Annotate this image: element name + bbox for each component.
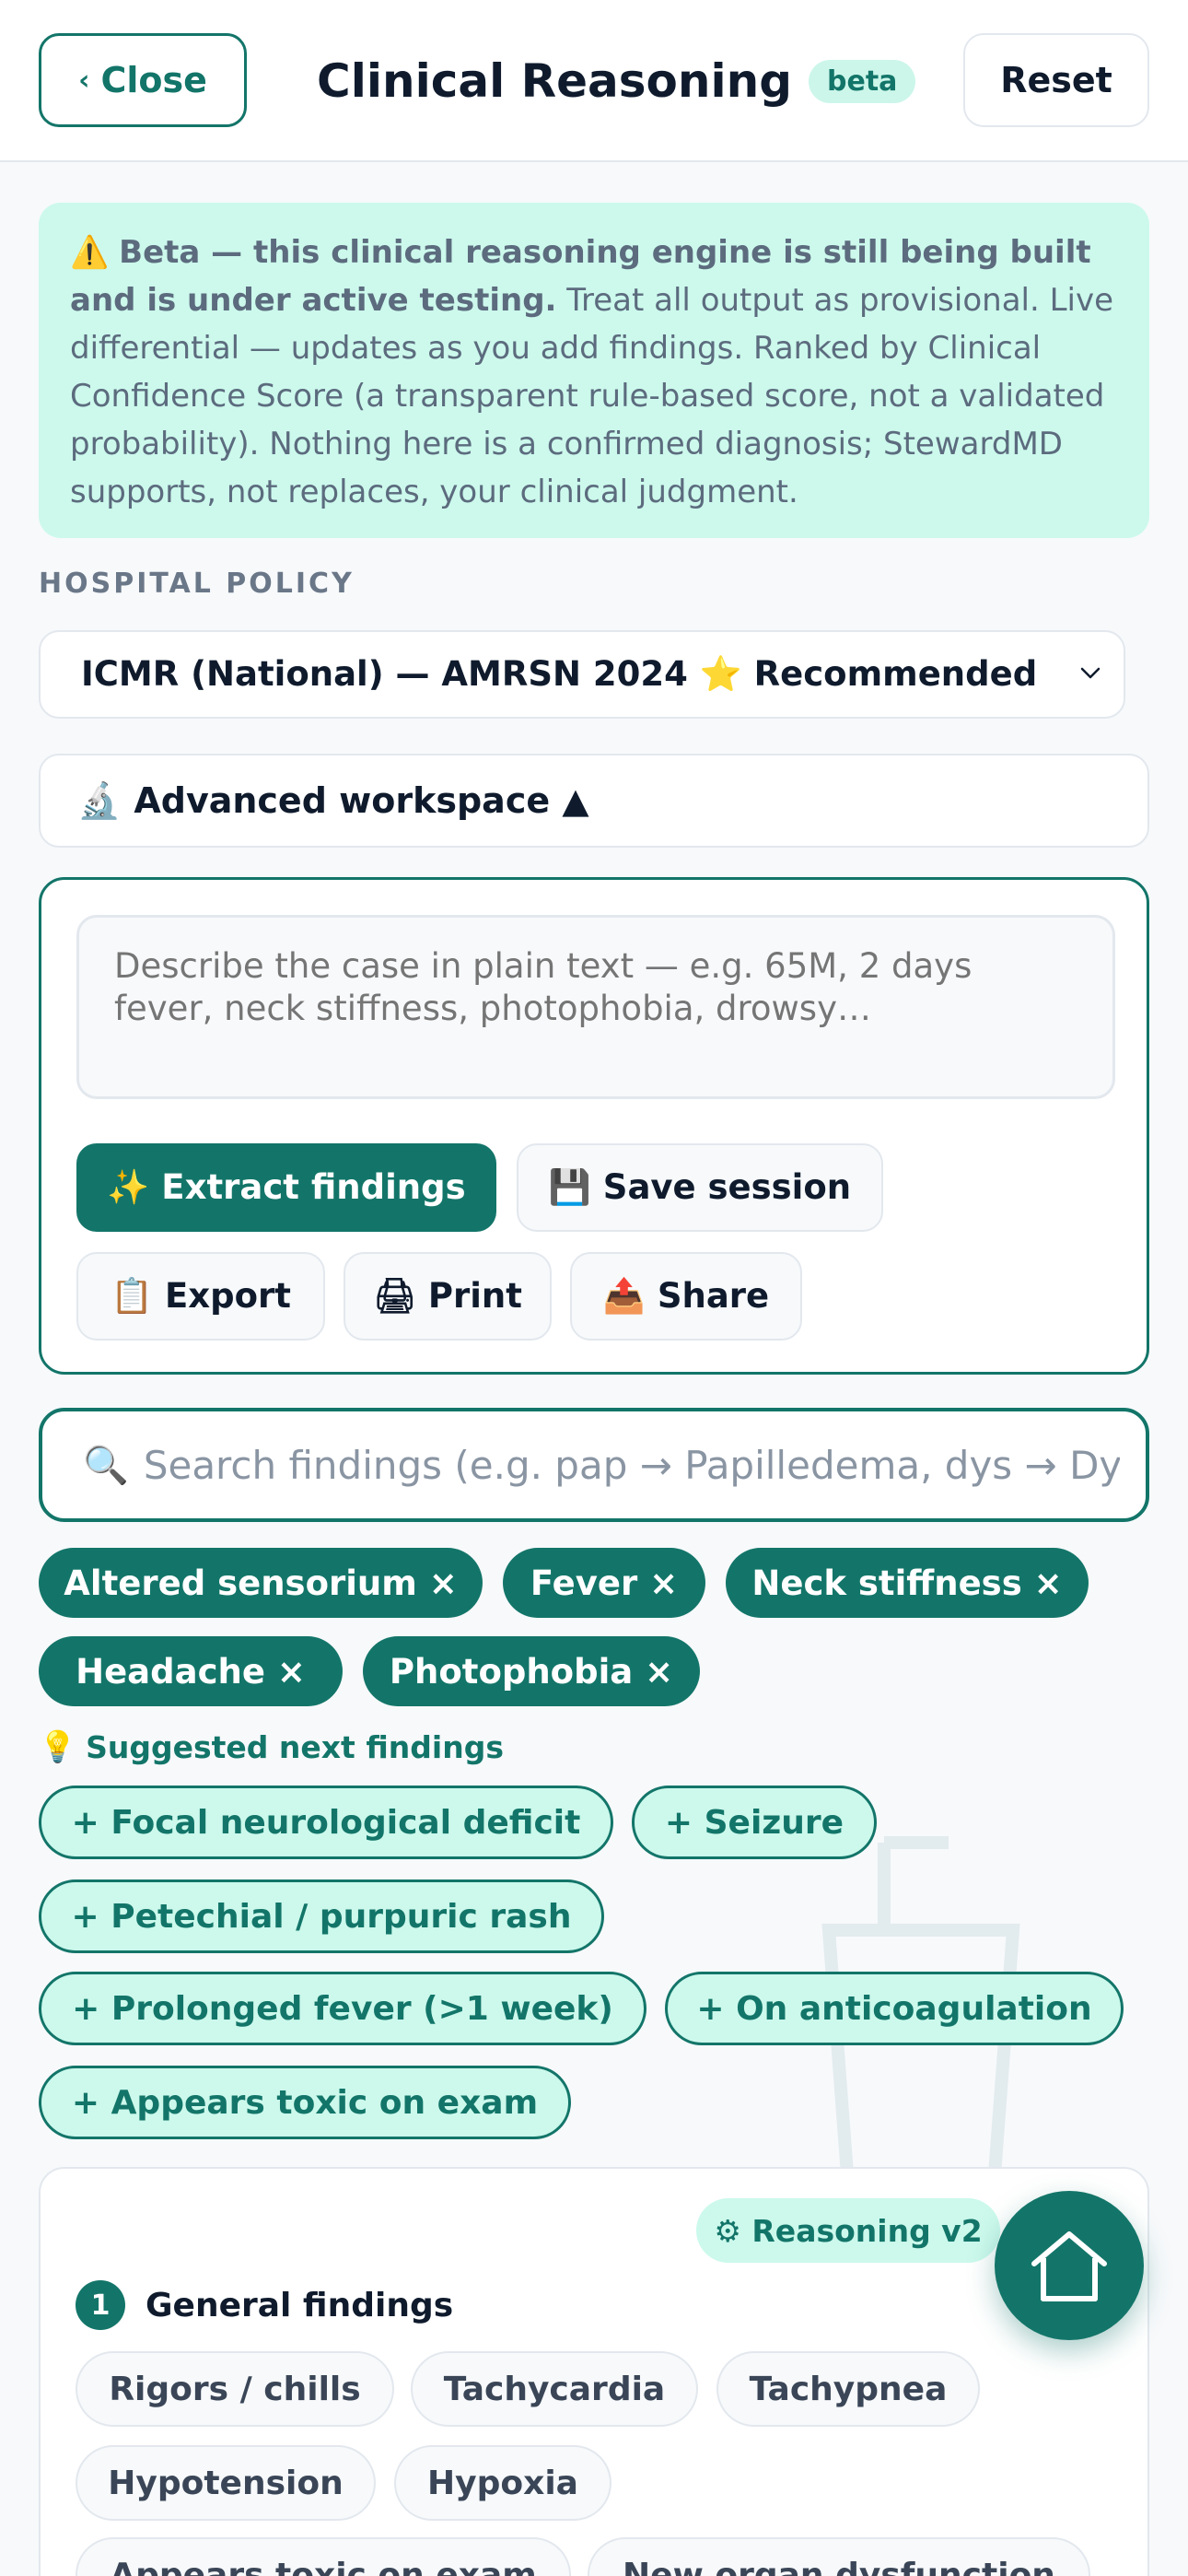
general-finding-tachycardia[interactable]: Tachycardia — [411, 2351, 698, 2427]
reasoning-panel: ⚙ Reasoning v2 1 General findings Rigors… — [39, 2167, 1149, 2576]
home-icon — [1031, 2231, 1107, 2301]
microscope-icon: 🔬 — [77, 779, 122, 821]
hospital-policy-label: HOSPITAL POLICY — [39, 568, 355, 600]
print-button[interactable]: 🖨 Print — [344, 1252, 552, 1341]
finding-chip-altered-sensorium[interactable]: Altered sensorium × — [39, 1548, 483, 1618]
step-title: General findings — [146, 2286, 454, 2324]
findings-search-input[interactable] — [143, 1442, 1120, 1488]
suggested-finding-anticoagulation[interactable]: + On anticoagulation — [665, 1972, 1124, 2045]
beta-notice: ⚠️ Beta — this clinical reasoning engine… — [39, 203, 1149, 538]
warning-icon: ⚠️ — [70, 234, 110, 271]
general-finding-appears-toxic[interactable]: Appears toxic on exam — [76, 2537, 571, 2576]
suggested-finding-seizure[interactable]: + Seizure — [632, 1786, 877, 1859]
export-button[interactable]: 📋 Export — [76, 1252, 325, 1341]
reasoning-version-badge: ⚙ Reasoning v2 — [696, 2198, 1000, 2263]
close-label: Close — [100, 60, 207, 100]
reset-button[interactable]: Reset — [963, 33, 1149, 127]
case-entry-panel: ✨ Extract findings 💾 Save session 📋 Expo… — [39, 877, 1149, 1375]
suggested-findings-heading: 💡 Suggested next findings — [39, 1728, 504, 1765]
step-heading: 1 General findings — [76, 2277, 453, 2333]
lightbulb-icon: 💡 — [39, 1728, 77, 1764]
finding-chip-photophobia[interactable]: Photophobia × — [363, 1636, 700, 1706]
hospital-policy-select[interactable]: ICMR (National) — AMRSN 2024 ⭐ Recommend… — [39, 630, 1125, 719]
findings-search: 🔍 — [39, 1408, 1149, 1522]
step-number: 1 — [76, 2280, 125, 2330]
top-bar: ‹ Close Clinical Reasoning beta Reset — [0, 0, 1188, 162]
general-finding-tachypnea[interactable]: Tachypnea — [716, 2351, 980, 2427]
finding-chip-headache[interactable]: Headache × — [39, 1636, 343, 1706]
case-description-input[interactable] — [76, 915, 1115, 1099]
suggested-finding-focal-deficit[interactable]: + Focal neurological deficit — [39, 1786, 613, 1859]
general-finding-rigors[interactable]: Rigors / chills — [76, 2351, 394, 2427]
search-icon: 🔍 — [83, 1444, 129, 1487]
general-finding-new-organ-dysfunction[interactable]: New organ dysfunction — [588, 2537, 1090, 2576]
home-fab-button[interactable] — [995, 2191, 1144, 2340]
finding-chip-neck-stiffness[interactable]: Neck stiffness × — [726, 1548, 1089, 1618]
chevron-down-icon — [1080, 667, 1101, 679]
finding-chip-fever[interactable]: Fever × — [503, 1548, 705, 1618]
general-finding-hypotension[interactable]: Hypotension — [76, 2445, 376, 2521]
chevron-left-icon: ‹ — [78, 64, 90, 97]
advanced-workspace-label: Advanced workspace ▲ — [134, 780, 589, 821]
page-title: Clinical Reasoning — [317, 54, 793, 108]
share-button[interactable]: 📤 Share — [570, 1252, 802, 1341]
general-finding-hypoxia[interactable]: Hypoxia — [394, 2445, 611, 2521]
clinical-reasoning-screen: ‹ Close Clinical Reasoning beta Reset ⚠️… — [0, 0, 1188, 2576]
suggested-finding-petechial-rash[interactable]: + Petechial / purpuric rash — [39, 1879, 604, 1953]
save-session-button[interactable]: 💾 Save session — [517, 1143, 883, 1232]
extract-findings-button[interactable]: ✨ Extract findings — [76, 1143, 496, 1232]
policy-selected-value: ICMR (National) — AMRSN 2024 ⭐ Recommend… — [81, 654, 1038, 694]
suggested-finding-prolonged-fever[interactable]: + Prolonged fever (>1 week) — [39, 1972, 646, 2045]
beta-badge: beta — [809, 59, 916, 103]
suggested-finding-appears-toxic[interactable]: + Appears toxic on exam — [39, 2066, 571, 2139]
advanced-workspace-toggle[interactable]: 🔬 Advanced workspace ▲ — [39, 754, 1149, 848]
suggested-findings-label: Suggested next findings — [86, 1728, 504, 1765]
close-button[interactable]: ‹ Close — [39, 33, 247, 127]
title-group: Clinical Reasoning beta — [317, 46, 916, 116]
